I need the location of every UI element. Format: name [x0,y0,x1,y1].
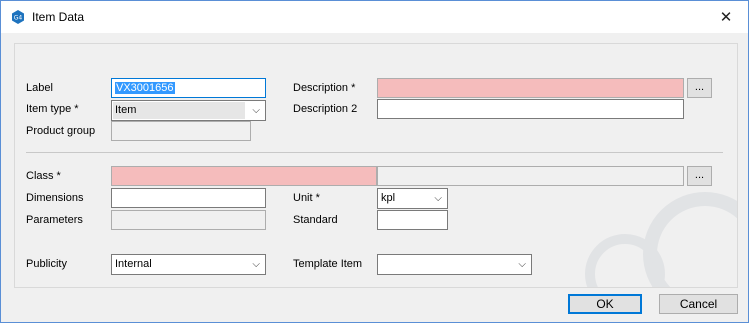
product-group-input [111,121,251,141]
label-label: Label [26,82,53,94]
standard-input[interactable] [377,210,448,230]
description-input[interactable] [377,78,684,98]
publicity-value: Internal [115,258,152,270]
item-type-select[interactable]: Item ⌵ [111,100,266,121]
product-group-label: Product group [26,125,96,137]
dimensions-label: Dimensions [26,192,84,204]
standard-label: Standard [293,214,338,226]
label-input[interactable]: VX3001656 [111,78,266,98]
unit-select[interactable]: kpl ⌵ [377,188,448,209]
class-input[interactable] [111,166,377,186]
section-divider [26,152,723,153]
close-icon: ✕ [719,9,733,26]
unit-value: kpl [381,192,396,204]
class-label: Class * [26,170,61,182]
close-button[interactable]: ✕ [704,1,748,33]
description-browse-button[interactable]: ... [687,78,712,98]
class-description-field [377,166,684,186]
publicity-label: Publicity [26,258,67,270]
parameters-input [111,210,266,230]
g4-app-icon: G4 [11,10,25,24]
unit-label: Unit * [293,192,320,204]
cancel-button[interactable]: Cancel [659,294,738,314]
chevron-down-icon: ⌵ [252,259,260,270]
svg-text:G4: G4 [14,15,23,22]
chevron-down-icon: ⌵ [518,259,526,270]
description-label: Description * [293,82,356,94]
form-panel: Label VX3001656 Description * ... Item t… [14,43,738,288]
item-data-dialog: G4 Item Data ✕ Label VX3001656 Descripti… [0,0,749,323]
template-item-select[interactable]: ⌵ [377,254,532,275]
dimensions-input[interactable] [111,188,266,208]
parameters-label: Parameters [26,214,83,226]
description2-label: Description 2 [293,103,358,115]
chevron-down-icon: ⌵ [434,193,442,204]
title-bar: G4 Item Data ✕ [1,1,748,33]
description2-input[interactable] [377,99,684,119]
item-type-label: Item type * [26,103,79,115]
class-browse-button[interactable]: ... [687,166,712,186]
label-value: VX3001656 [115,82,175,94]
publicity-select[interactable]: Internal ⌵ [111,254,266,275]
chevron-down-icon: ⌵ [252,105,260,116]
item-type-value: Item [115,104,137,116]
ok-button[interactable]: OK [568,294,642,314]
template-item-label: Template Item [293,258,363,270]
window-title: Item Data [32,10,85,24]
